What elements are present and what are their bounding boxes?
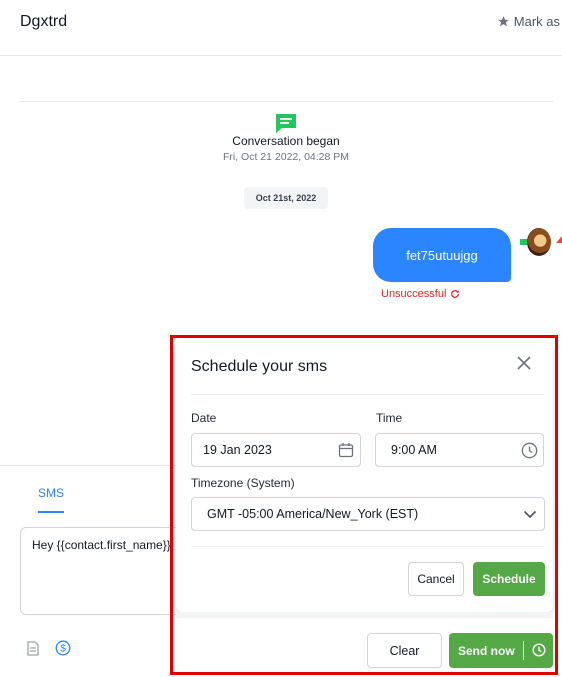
divider: [20, 101, 553, 102]
contact-name: Dgxtrd: [20, 13, 68, 30]
message-status[interactable]: Unsuccessful: [381, 288, 460, 300]
tab-sms-underline: [38, 511, 64, 513]
composer-divider: [0, 465, 180, 466]
message-status-label: Unsuccessful: [381, 288, 447, 300]
dollar-icon[interactable]: $: [55, 640, 71, 661]
document-icon[interactable]: [26, 641, 40, 661]
conversation-began-title: Conversation began: [232, 134, 340, 148]
avatar-corner-indicator: [556, 236, 562, 243]
svg-text:$: $: [60, 644, 66, 655]
date-separator-pill: Oct 21st, 2022: [244, 187, 328, 209]
avatar: [527, 228, 551, 256]
conversation-header: Dgxtrd Mark as: [0, 0, 562, 56]
message-text: fet75utuujgg: [406, 247, 478, 263]
star-icon: [497, 16, 509, 27]
mark-as-button[interactable]: Mark as: [497, 14, 560, 29]
refresh-icon[interactable]: [450, 289, 460, 299]
tab-sms[interactable]: SMS: [38, 486, 64, 500]
mark-as-label: Mark as: [513, 14, 560, 29]
conversation-began-date: Fri, Oct 21 2022, 04:28 PM: [222, 151, 350, 163]
highlight-annotation-box: [170, 335, 558, 675]
outgoing-message-bubble[interactable]: fet75utuujgg: [373, 228, 511, 282]
sms-channel-icon: [520, 239, 527, 245]
